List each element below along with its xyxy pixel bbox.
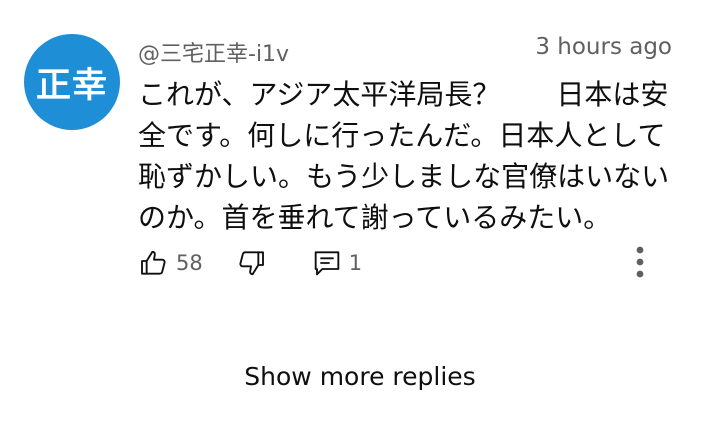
more-vert-icon[interactable] xyxy=(626,242,654,282)
like-count: 58 xyxy=(176,251,203,275)
avatar[interactable]: 正幸 xyxy=(24,34,120,130)
author-handle[interactable]: @三宅正幸-i1v xyxy=(138,36,289,68)
comment-icon[interactable] xyxy=(311,247,343,279)
reply-count: 1 xyxy=(348,251,363,275)
comment-actions: 58 1 xyxy=(138,243,362,283)
timestamp[interactable]: 3 hours ago xyxy=(535,34,672,60)
avatar-text: 正幸 xyxy=(35,65,108,106)
thumb-down-icon[interactable] xyxy=(235,247,267,279)
show-more-replies-button[interactable]: Show more replies xyxy=(0,362,720,391)
thumb-up-icon[interactable] xyxy=(138,247,170,279)
comment-text: これが、アジア太平洋局長？ 日本は安全です。何しに行ったんだ。日本人として恥ずか… xyxy=(138,78,670,234)
